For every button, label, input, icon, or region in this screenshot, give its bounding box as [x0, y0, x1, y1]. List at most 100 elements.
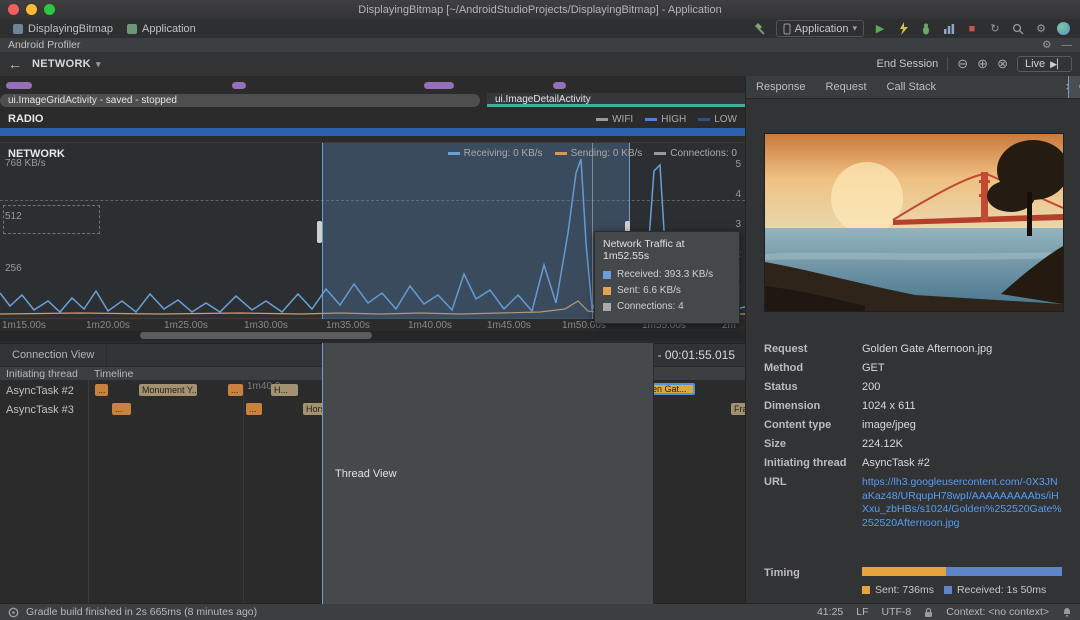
minimize-window-button[interactable]	[26, 4, 37, 15]
request-url-link[interactable]: https://lh3.googleusercontent.com/-0X3JN…	[862, 476, 1062, 531]
hammer-icon[interactable]	[753, 22, 767, 36]
stop-button[interactable]: ■	[965, 22, 979, 36]
receiving-swatch	[448, 152, 460, 155]
caret-position[interactable]: 41:25	[817, 606, 843, 618]
radio-section: RADIO WIFI HIGH LOW	[0, 112, 745, 142]
status-message: Gradle build finished in 2s 665ms (8 min…	[26, 606, 257, 618]
request-fields: RequestGolden Gate Afternoon.jpg MethodG…	[764, 343, 1062, 531]
context-indicator[interactable]: Context: <no context>	[946, 606, 1049, 618]
field-value: image/jpeg	[862, 419, 916, 431]
time-tick: 1m45.00s	[487, 320, 531, 331]
apply-changes-button[interactable]	[896, 22, 910, 36]
column-divider[interactable]	[88, 367, 89, 381]
field-row: Status200	[764, 381, 1062, 393]
radio-label: RADIO	[8, 113, 43, 125]
low-swatch	[698, 118, 710, 121]
stage-select[interactable]: NETWORK ▾	[32, 58, 101, 70]
field-value: 1024 x 611	[862, 400, 916, 412]
run-button[interactable]: ▶	[873, 22, 887, 36]
tab-thread-view[interactable]: Thread View	[322, 343, 654, 604]
profiler-toolbar-actions: End Session ⊖ ⊕ ⊗ Live ▶▏	[876, 56, 1072, 72]
debug-button[interactable]	[919, 22, 933, 36]
toolbar-actions: Application ▾ ▶ ■ ↻ ⚙	[753, 20, 1074, 37]
end-session-button[interactable]: End Session	[876, 58, 938, 70]
conn-axis-label: 5	[735, 159, 741, 170]
timing-legend: Sent: 736ms Received: 1s 50ms	[862, 584, 1062, 596]
tab-connection-view[interactable]: Connection View	[0, 344, 107, 366]
window-titlebar: DisplayingBitmap [~/AndroidStudioProject…	[0, 0, 1080, 20]
selection-handle-left[interactable]	[317, 221, 322, 243]
request-item[interactable]: Monument Y...	[139, 384, 197, 396]
request-item[interactable]: ...	[228, 384, 243, 396]
timing-sent-bar	[862, 567, 946, 576]
module-button[interactable]: Application	[120, 23, 203, 35]
notifications-bell-icon[interactable]	[1062, 607, 1072, 618]
zoom-out-button[interactable]: ⊖	[957, 56, 968, 72]
tab-android-profiler[interactable]: Android Profiler	[8, 39, 80, 51]
request-item[interactable]: ...	[246, 403, 262, 415]
timeline-scrollbar[interactable]	[0, 331, 745, 341]
timeline-scrollbar-handle[interactable]	[140, 332, 372, 339]
lock-icon[interactable]	[924, 607, 933, 618]
tool-window-gear-icon[interactable]: ⚙	[1042, 39, 1051, 51]
close-window-button[interactable]	[8, 4, 19, 15]
time-tick: 1m35.00s	[326, 320, 370, 331]
request-item[interactable]: Fra...	[731, 403, 745, 415]
network-chart[interactable]: NETWORK 768 KB/s 512 256 5 4 3 2 1 Recei…	[0, 142, 745, 319]
window-title: DisplayingBitmap [~/AndroidStudioProject…	[358, 4, 722, 16]
connections-tabs: Connection View Thread View 00:01:35.351…	[0, 343, 745, 366]
divider	[947, 57, 948, 71]
request-item[interactable]: ...	[95, 384, 108, 396]
field-row: Size224.12K	[764, 438, 1062, 450]
window-controls	[8, 4, 55, 15]
sent-swatch	[603, 287, 611, 295]
activity-detail-bar: ui.ImageDetailActivity	[487, 93, 745, 107]
column-divider	[88, 380, 89, 604]
tab-response[interactable]: Response	[746, 76, 816, 98]
column-initiating-thread[interactable]: Initiating thread	[6, 368, 78, 380]
zoom-in-button[interactable]: ⊕	[977, 56, 988, 72]
avatar[interactable]	[1057, 22, 1070, 35]
selection-range[interactable]	[322, 143, 630, 319]
project-icon	[13, 24, 23, 34]
tab-overview[interactable]: Overview	[1068, 76, 1080, 98]
column-timeline[interactable]: Timeline	[94, 368, 133, 380]
tab-call-stack[interactable]: Call Stack	[877, 76, 947, 98]
line-ending-select[interactable]: LF	[856, 606, 868, 618]
time-tick: 1m20.00s	[86, 320, 130, 331]
sync-icon[interactable]: ↻	[988, 22, 1002, 36]
network-tooltip: Network Traffic at 1m52.55s Received: 39…	[594, 231, 740, 324]
time-tick: 1m15.00s	[2, 320, 46, 331]
connections-swatch	[654, 152, 666, 155]
run-config-select[interactable]: Application ▾	[776, 20, 864, 37]
encoding-select[interactable]: UTF-8	[882, 606, 912, 618]
tool-window-hide-icon[interactable]: —	[1062, 39, 1073, 51]
zoom-window-button[interactable]	[44, 4, 55, 15]
back-button[interactable]: ←	[8, 56, 22, 72]
connections-panel: Connection View Thread View 00:01:35.351…	[0, 343, 745, 604]
settings-gear-icon[interactable]: ⚙	[1034, 22, 1048, 36]
search-icon[interactable]	[1011, 22, 1025, 36]
connections-swatch	[603, 303, 611, 311]
activity-event-pill	[553, 82, 566, 89]
status-right: 41:25 LF UTF-8 Context: <no context>	[817, 606, 1072, 618]
conn-axis-label: 4	[735, 189, 741, 200]
tooltip-title: Network Traffic at 1m52.55s	[603, 238, 731, 262]
details-tabs: Overview Response Request Call Stack ×	[746, 76, 1080, 99]
timing-received-bar	[946, 567, 1062, 576]
module-icon	[127, 24, 137, 34]
details-body: RequestGolden Gate Afternoon.jpg MethodG…	[746, 98, 1080, 604]
field-row: Content typeimage/jpeg	[764, 419, 1062, 431]
profile-button[interactable]	[942, 22, 956, 36]
thread-name: AsyncTask #3	[6, 404, 74, 416]
sent-swatch	[862, 586, 870, 594]
request-item[interactable]: ...	[112, 403, 131, 415]
go-live-button[interactable]: Live ▶▏	[1017, 56, 1072, 72]
conn-axis-label: 3	[735, 219, 741, 230]
project-button[interactable]: DisplayingBitmap	[6, 23, 120, 35]
tab-request[interactable]: Request	[816, 76, 877, 98]
reset-zoom-button[interactable]: ⊗	[997, 56, 1008, 72]
request-item[interactable]: H...	[271, 384, 298, 396]
response-image-preview	[764, 133, 1064, 312]
activity-event-pill	[424, 82, 454, 89]
